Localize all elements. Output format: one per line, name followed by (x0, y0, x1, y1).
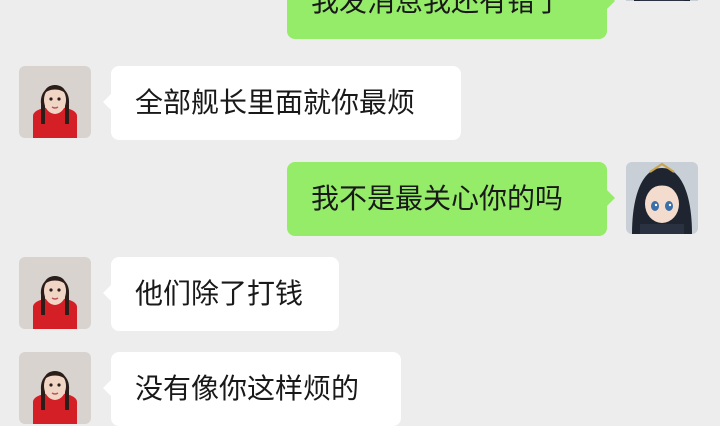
message-bubble-incoming[interactable]: 全部舰长里面就你最烦 (103, 66, 461, 140)
girl-avatar-icon (19, 352, 91, 424)
message-text: 我发消息我还有错了 (311, 0, 564, 18)
message-bubble-incoming[interactable]: 他们除了打钱 (103, 257, 339, 331)
message-text: 没有像你这样烦的 (135, 372, 360, 405)
contact-avatar[interactable] (19, 66, 91, 138)
self-avatar[interactable] (626, 162, 698, 234)
message-text: 他们除了打钱 (135, 277, 304, 310)
contact-avatar[interactable] (19, 257, 91, 329)
anime-avatar-icon (626, 162, 698, 234)
message-text: 我不是最关心你的吗 (311, 182, 564, 215)
message-bubble-incoming[interactable]: 没有像你这样烦的 (103, 352, 401, 426)
self-avatar[interactable] (626, 0, 698, 41)
girl-avatar-icon (19, 66, 91, 138)
contact-avatar[interactable] (19, 352, 91, 424)
message-text: 全部舰长里面就你最烦 (135, 86, 416, 119)
message-bubble-outgoing[interactable]: 我不是最关心你的吗 (287, 162, 615, 236)
girl-avatar-icon (19, 257, 91, 329)
message-bubble-outgoing[interactable]: 我发消息我还有错了 (287, 0, 615, 39)
anime-avatar-icon (626, 0, 698, 1)
